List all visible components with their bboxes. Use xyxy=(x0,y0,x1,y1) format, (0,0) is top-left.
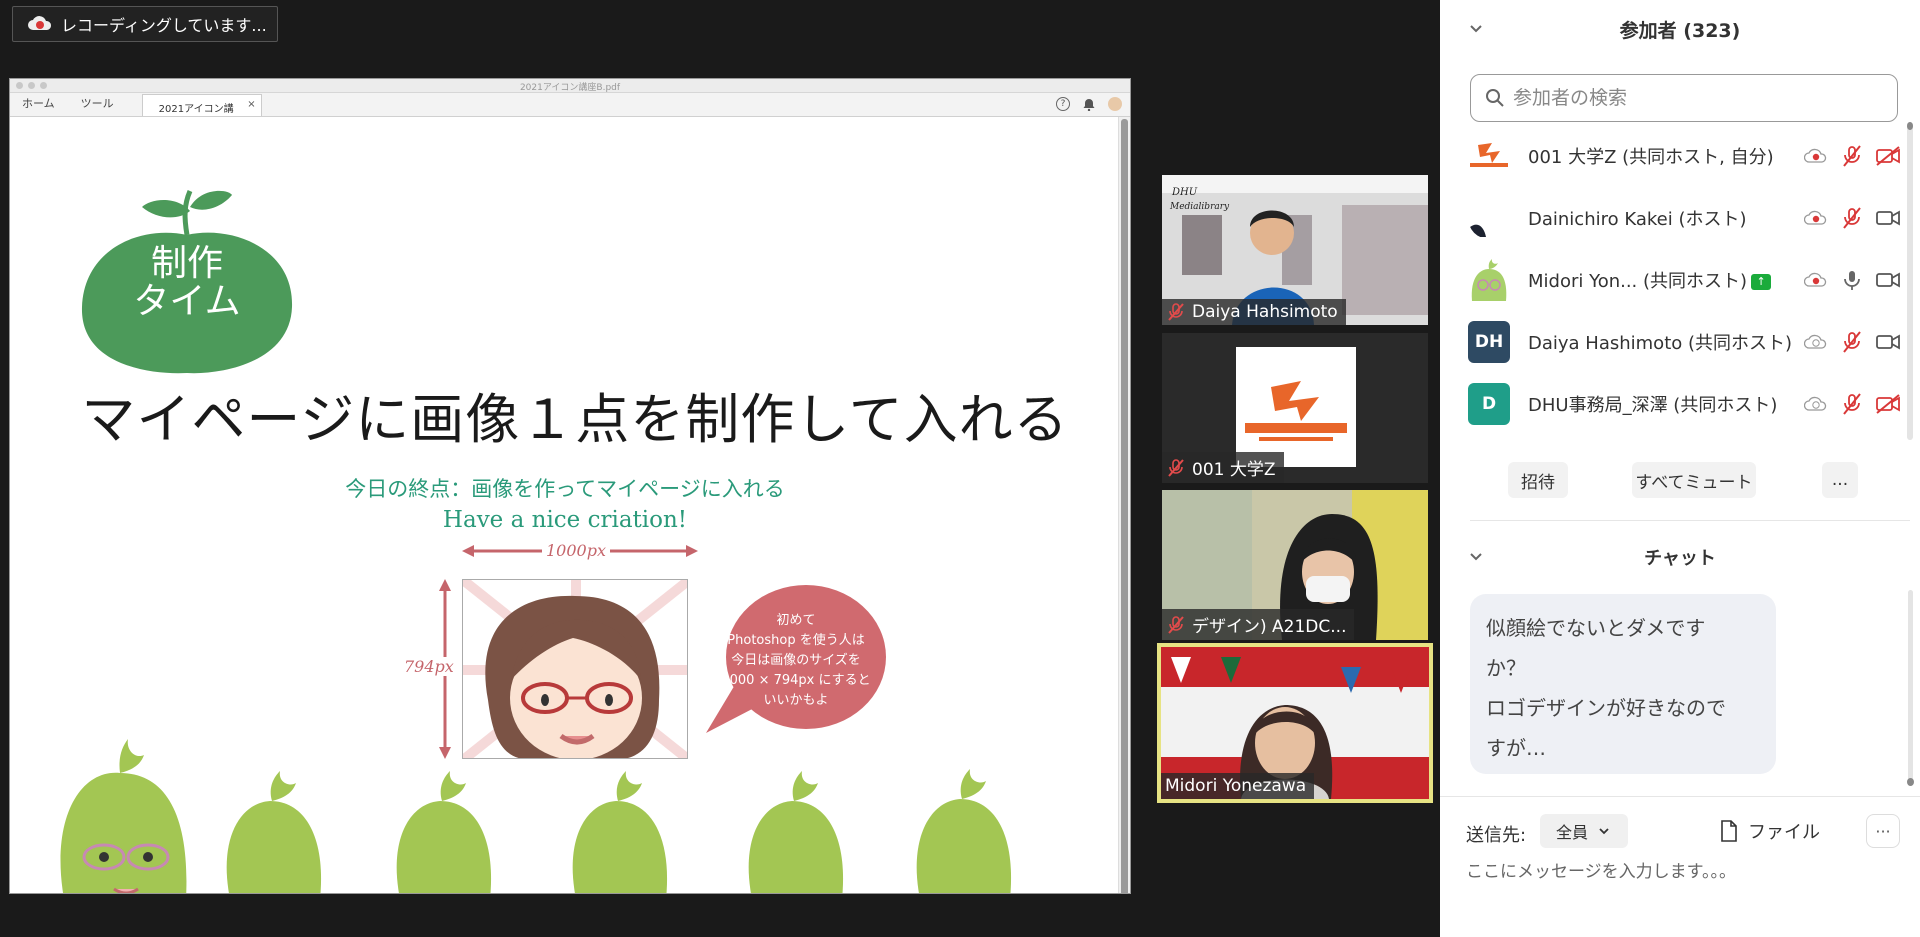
participant-row[interactable]: DH Daiya Hashimoto (共同ホスト) xyxy=(1468,311,1900,373)
participant-row[interactable]: Dainichiro Kakei (ホスト) xyxy=(1468,187,1900,249)
width-dimension-label: 1000px xyxy=(542,541,610,560)
chat-message-input[interactable] xyxy=(1466,862,1906,882)
recipient-select[interactable]: 全員 xyxy=(1540,814,1628,848)
participant-search-input[interactable] xyxy=(1513,87,1873,109)
participants-scrollbar[interactable] xyxy=(1907,122,1913,440)
document-title: 2021アイコン講座B.pdf xyxy=(519,83,621,93)
shared-screen-window: 2021アイコン講座B.pdf ホーム ツール 2021アイコン講座... × … xyxy=(9,78,1131,894)
more-options-button[interactable]: ... xyxy=(1822,462,1858,498)
slide-subtitle-english: Have a nice criation! xyxy=(442,507,688,533)
menu-home[interactable]: ホーム xyxy=(10,95,69,116)
mic-muted-icon xyxy=(1168,303,1184,321)
mic-muted-icon xyxy=(1168,615,1184,634)
mic-muted-icon[interactable] xyxy=(1838,328,1866,356)
height-dimension-label: 794px xyxy=(404,657,454,676)
chat-message: 似顔絵でないとダメです か？ ロゴデザインが好きなので すが… xyxy=(1470,594,1776,774)
speech-bubble-text: 初めて Photoshop を使う人は 今日は画像のサイズを 1000 × 79… xyxy=(721,613,871,708)
tab-close-icon[interactable]: × xyxy=(247,99,255,110)
tile-name-label: Daiya Hahsimoto xyxy=(1162,299,1346,325)
participant-row[interactable]: Midori Yon... (共同ホスト) ↑ xyxy=(1468,249,1900,311)
recording-status-icon xyxy=(1802,328,1830,356)
recording-indicator[interactable]: レコーディングしています... xyxy=(12,6,278,42)
avatar xyxy=(1468,259,1510,301)
tile-name-label: 001 大学Z xyxy=(1162,452,1284,483)
sprout-characters-row xyxy=(60,739,1011,893)
help-icon[interactable]: ? xyxy=(1056,97,1070,111)
participant-row[interactable]: 001 大学Z (共同ホスト, 自分) xyxy=(1468,125,1900,187)
logo-badge-text: 制作 タイム xyxy=(133,243,241,322)
pdf-scrollbar[interactable] xyxy=(1118,117,1130,893)
video-tile[interactable]: 001 大学Z xyxy=(1162,333,1428,483)
video-off-icon[interactable] xyxy=(1874,390,1902,418)
video-on-icon[interactable] xyxy=(1874,204,1902,232)
tile-name-label: デザイン) A21DC... xyxy=(1162,609,1355,640)
slide-page: 制作 タイム マイページに画像１点を制作して入れる 今日の終点：画像を作ってマイ… xyxy=(10,117,1120,893)
video-on-icon[interactable] xyxy=(1874,266,1902,294)
avatar: D xyxy=(1468,383,1510,425)
participants-header: 参加者 (323) xyxy=(1440,0,1920,56)
mute-all-button[interactable]: すべてミュート xyxy=(1632,462,1756,498)
svg-text:DHU: DHU xyxy=(1171,187,1198,198)
tile-name-label: Midori Yonezawa xyxy=(1161,773,1315,799)
slide-title: マイページに画像１点を制作して入れる xyxy=(81,388,1069,451)
chat-title: チャット xyxy=(1644,548,1716,569)
cloud-record-icon xyxy=(28,16,52,30)
mic-on-icon[interactable] xyxy=(1838,266,1866,294)
divider xyxy=(1440,796,1920,797)
avatar: DH xyxy=(1468,321,1510,363)
screen-share-icon: ↑ xyxy=(1751,274,1772,290)
window-titlebar: 2021アイコン講座B.pdf xyxy=(10,79,1130,93)
user-avatar-icon[interactable] xyxy=(1108,97,1122,111)
chat-header: チャット xyxy=(1440,540,1920,572)
menu-tools[interactable]: ツール xyxy=(69,95,128,116)
recording-status-icon xyxy=(1802,204,1830,232)
search-icon xyxy=(1486,89,1504,107)
recording-status-icon xyxy=(1802,266,1830,294)
portrait-illustration xyxy=(462,579,688,759)
participant-search-box[interactable] xyxy=(1470,74,1898,122)
chat-scrollbar[interactable] xyxy=(1907,590,1914,786)
avatar xyxy=(1468,197,1510,239)
video-tile-active-speaker[interactable]: Midori Yonezawa xyxy=(1157,643,1433,803)
pdf-scroll-thumb[interactable] xyxy=(1121,119,1128,893)
chevron-down-icon xyxy=(1599,828,1609,835)
avatar xyxy=(1468,135,1510,177)
pdf-menubar: ホーム ツール 2021アイコン講座... × ? xyxy=(10,93,1130,130)
mic-muted-icon[interactable] xyxy=(1838,390,1866,418)
invite-button[interactable]: 招待 xyxy=(1508,462,1568,498)
send-to-label: 送信先: xyxy=(1466,825,1527,846)
participant-row[interactable]: D DHU事務局_深澤 (共同ホスト) xyxy=(1468,373,1900,435)
participants-chat-panel: 参加者 (323) 001 大学Z (共同ホスト, 自分) Dainichiro… xyxy=(1440,0,1920,937)
divider xyxy=(1470,520,1910,521)
mic-muted-icon[interactable] xyxy=(1838,142,1866,170)
recording-status-icon xyxy=(1802,390,1830,418)
mic-muted-icon xyxy=(1168,458,1184,477)
video-tile[interactable]: デザイン) A21DC... xyxy=(1162,490,1428,640)
participants-title: 参加者 (323) xyxy=(1619,20,1741,42)
video-on-icon[interactable] xyxy=(1874,328,1902,356)
video-tile[interactable]: DHU Medialibrary Daiya Hahsimoto xyxy=(1162,175,1428,325)
chat-more-button[interactable]: ··· xyxy=(1866,814,1900,848)
slide-subtitle: 今日の終点：画像を作ってマイページに入れる xyxy=(345,477,785,501)
video-off-icon[interactable] xyxy=(1874,142,1902,170)
mic-muted-icon[interactable] xyxy=(1838,204,1866,232)
participant-actions: 招待 すべてミュート ... xyxy=(1440,462,1920,500)
chat-send-row: 送信先: 全員 ファイル ··· xyxy=(1466,814,1906,850)
recording-label: レコーディングしています... xyxy=(61,16,267,35)
recording-status-icon xyxy=(1802,142,1830,170)
avatar-logo-dhu xyxy=(1236,347,1356,467)
file-button[interactable]: ファイル xyxy=(1720,816,1820,846)
file-icon xyxy=(1721,820,1737,842)
document-tab[interactable]: 2021アイコン講座... × xyxy=(141,94,262,130)
bell-icon[interactable] xyxy=(1082,97,1096,111)
svg-text:Medialibrary: Medialibrary xyxy=(1169,202,1230,212)
